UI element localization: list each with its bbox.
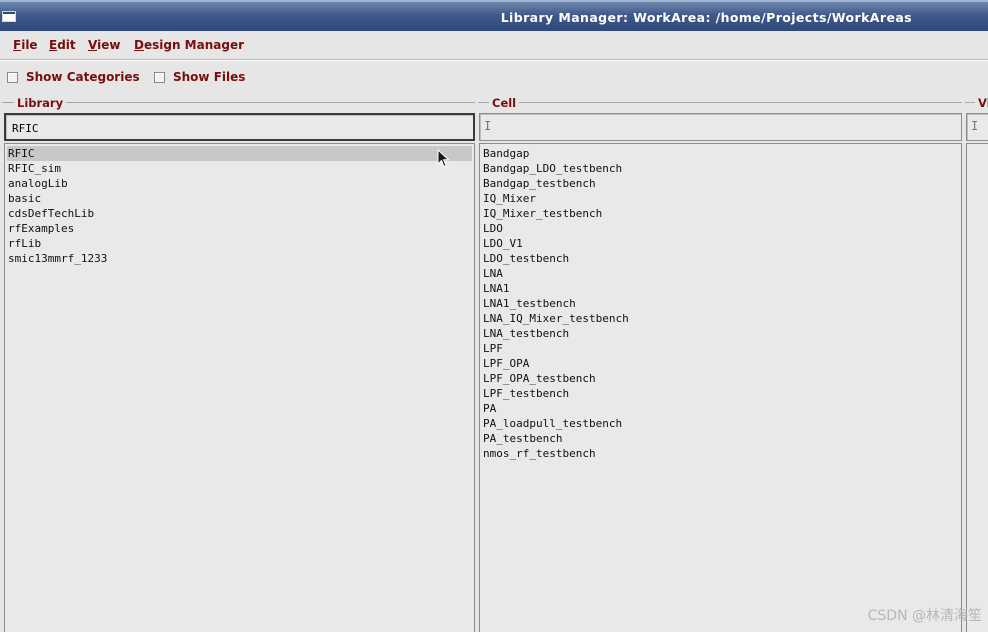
show-files-option[interactable]: Show Files <box>154 69 245 85</box>
cell-item[interactable]: LPF_OPA <box>482 356 529 371</box>
show-files-checkbox[interactable] <box>154 71 165 83</box>
menu-separator-highlight <box>0 60 988 61</box>
menu-view-mnemonic: V <box>88 38 98 52</box>
show-categories-checkbox[interactable] <box>7 71 18 83</box>
cell-item[interactable]: IQ_Mixer <box>482 191 536 206</box>
cell-item[interactable]: LNA <box>482 266 503 281</box>
menu-edit-label: dit <box>57 38 76 52</box>
cell-panel-label: Cell <box>489 96 520 110</box>
cell-item[interactable]: LPF <box>482 341 503 356</box>
cell-item[interactable]: Bandgap_LDO_testbench <box>482 161 622 176</box>
library-filter-input[interactable]: RFIC <box>4 113 475 141</box>
cell-item[interactable]: PA_testbench <box>482 431 562 446</box>
library-item[interactable]: cdsDefTechLib <box>7 206 94 221</box>
view-filter-input[interactable]: I <box>966 113 988 141</box>
title-bar[interactable]: Library Manager: WorkArea: /home/Project… <box>0 0 988 31</box>
view-list[interactable] <box>966 143 988 632</box>
cell-item[interactable]: PA_loadpull_testbench <box>482 416 622 431</box>
library-item[interactable]: basic <box>7 191 41 206</box>
cell-item[interactable]: LDO_testbench <box>482 251 569 266</box>
watermark: CSDN @林清海笙 <box>867 608 982 624</box>
library-list[interactable]: RFIC RFIC_sim analogLib basic cdsDefTech… <box>4 143 475 632</box>
library-filter-value: RFIC <box>12 122 39 135</box>
menu-view-label: iew <box>97 38 121 52</box>
menu-file-label: ile <box>21 38 38 52</box>
library-panel-label: Library <box>14 96 67 110</box>
library-item[interactable]: RFIC_sim <box>7 161 61 176</box>
show-files-label[interactable]: Show Files <box>173 70 245 84</box>
library-item[interactable]: RFIC <box>7 146 472 161</box>
menu-design-manager-mnemonic: D <box>134 38 144 52</box>
window-menu-icon[interactable] <box>2 11 16 22</box>
cell-item[interactable]: LPF_testbench <box>482 386 569 401</box>
cell-item[interactable]: LDO_V1 <box>482 236 523 251</box>
cell-item[interactable]: LNA_IQ_Mixer_testbench <box>482 311 629 326</box>
cell-item[interactable]: LNA1_testbench <box>482 296 576 311</box>
mouse-pointer-icon <box>437 149 450 168</box>
cell-list[interactable]: Bandgap Bandgap_LDO_testbench Bandgap_te… <box>479 143 962 632</box>
menu-edit-mnemonic: E <box>49 38 58 52</box>
show-categories-label[interactable]: Show Categories <box>26 70 140 84</box>
cell-item[interactable]: LNA1 <box>482 281 510 296</box>
cell-filter-input[interactable]: I <box>479 113 962 141</box>
menu-view[interactable]: View <box>88 38 120 52</box>
library-item[interactable]: rfExamples <box>7 221 74 236</box>
menu-bar: File Edit View Design Manager <box>0 31 988 59</box>
library-item[interactable]: analogLib <box>7 176 68 191</box>
menu-design-manager-label: esign Manager <box>143 38 244 52</box>
menu-design-manager[interactable]: Design Manager <box>134 38 244 52</box>
cell-item[interactable]: PA <box>482 401 496 416</box>
cell-item[interactable]: Bandgap <box>482 146 529 161</box>
cell-item[interactable]: nmos_rf_testbench <box>482 446 596 461</box>
view-panel-label: Vi <box>975 96 988 110</box>
cell-item[interactable]: Bandgap_testbench <box>482 176 596 191</box>
text-cursor-icon: I <box>971 119 979 133</box>
cell-group-line <box>478 102 962 103</box>
menu-file[interactable]: File <box>13 38 38 52</box>
window-title: Library Manager: WorkArea: /home/Project… <box>500 10 912 25</box>
menu-file-mnemonic: F <box>13 38 22 52</box>
show-categories-option[interactable]: Show Categories <box>7 69 140 85</box>
text-cursor-icon: I <box>484 119 492 133</box>
library-group-line <box>2 102 475 103</box>
cell-item[interactable]: LDO <box>482 221 503 236</box>
library-item[interactable]: rfLib <box>7 236 41 251</box>
cell-item[interactable]: LPF_OPA_testbench <box>482 371 596 386</box>
cell-item[interactable]: IQ_Mixer_testbench <box>482 206 602 221</box>
library-item[interactable]: smic13mmrf_1233 <box>7 251 107 266</box>
menu-edit[interactable]: Edit <box>49 38 76 52</box>
cell-item[interactable]: LNA_testbench <box>482 326 569 341</box>
